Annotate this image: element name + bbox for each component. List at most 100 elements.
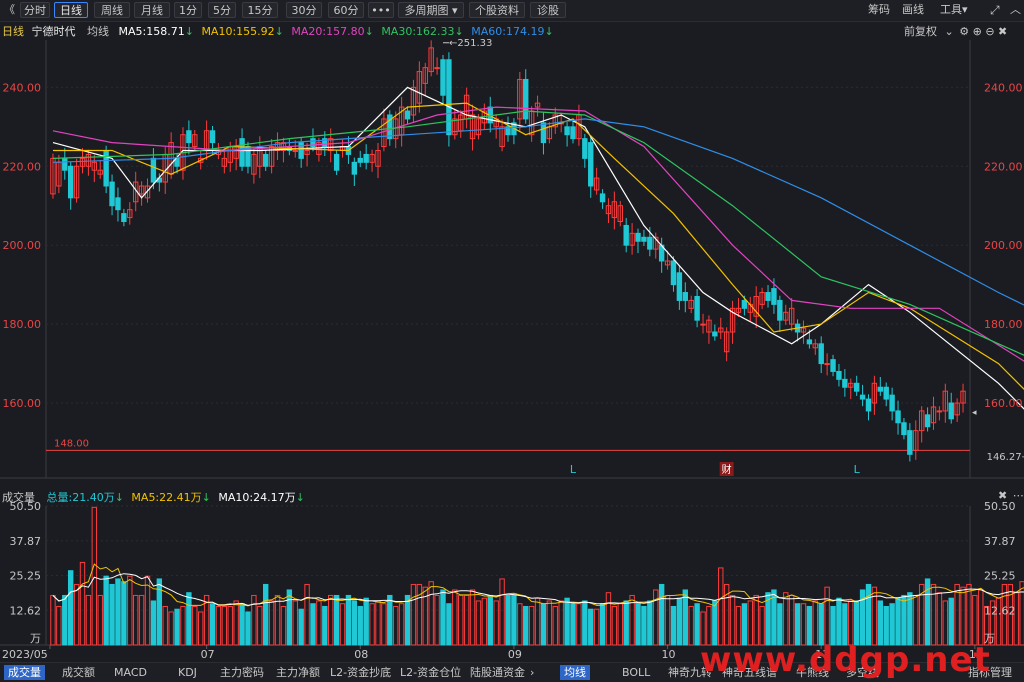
tab-indicator-5[interactable]: 主力密码 bbox=[220, 665, 264, 680]
tab-scroll-right-icon[interactable]: › bbox=[530, 665, 534, 680]
volume-bar bbox=[877, 600, 884, 646]
volume-bar bbox=[1019, 581, 1024, 646]
tab-indicator-9[interactable]: 陆股通资金 bbox=[470, 665, 525, 680]
tab-indicator-4[interactable]: KDJ bbox=[178, 665, 197, 680]
volume-tick-right: 12.62 bbox=[984, 604, 1016, 617]
candle-body bbox=[682, 292, 688, 301]
x-tick-label: 08 bbox=[354, 648, 368, 660]
candle-body bbox=[818, 343, 824, 365]
volume-tick-left: 25.25 bbox=[10, 570, 42, 583]
price-tick-left: 220.00 bbox=[3, 160, 42, 173]
volume-bar bbox=[233, 600, 239, 646]
candle-body bbox=[446, 59, 452, 136]
candle-body bbox=[641, 236, 647, 242]
volume-bar bbox=[972, 594, 978, 646]
candle-body bbox=[877, 386, 884, 392]
candle-body bbox=[404, 110, 411, 120]
volume-bar bbox=[257, 605, 263, 646]
volume-bar bbox=[824, 586, 830, 646]
candle-body bbox=[948, 402, 954, 420]
volume-bar bbox=[788, 594, 795, 646]
x-tick-label: 07 bbox=[201, 648, 215, 660]
volume-bar bbox=[712, 600, 718, 646]
price-tick-left: 240.00 bbox=[3, 81, 42, 94]
price-volume-chart[interactable]: 240.00 240.00 220.00 220.00 200.00 200.00 180.… bbox=[0, 0, 1024, 660]
volume-bar bbox=[552, 605, 558, 646]
candle-body bbox=[647, 236, 653, 250]
candle-body bbox=[440, 59, 446, 96]
tab-indicator-8[interactable]: L2-资金仓位 bbox=[400, 665, 461, 680]
volume-bar bbox=[162, 605, 168, 646]
volume-bar bbox=[333, 594, 340, 646]
candle-body bbox=[830, 359, 836, 372]
tab-overlay-1[interactable]: 均线 bbox=[560, 665, 590, 680]
volume-bar bbox=[79, 561, 86, 646]
candle-body bbox=[670, 260, 677, 286]
volume-bar bbox=[570, 603, 576, 646]
volume-bar bbox=[641, 605, 647, 646]
volume-bar bbox=[393, 605, 399, 646]
candle-body bbox=[853, 382, 860, 392]
price-tick-right: 240.00 bbox=[984, 81, 1023, 94]
volume-bar bbox=[1013, 592, 1019, 646]
volume-bar bbox=[85, 594, 92, 646]
volume-bar bbox=[227, 605, 233, 646]
volume-bar bbox=[493, 600, 499, 646]
volume-bar bbox=[132, 594, 139, 646]
volume-bar bbox=[91, 506, 98, 646]
tab-indicator-6[interactable]: 主力净额 bbox=[276, 665, 320, 680]
volume-bar bbox=[180, 605, 186, 646]
volume-bar bbox=[682, 589, 688, 646]
volume-bar bbox=[954, 583, 960, 646]
volume-unit-left: 万 bbox=[30, 632, 41, 645]
volume-bar bbox=[298, 608, 304, 646]
volume-bar bbox=[268, 600, 275, 646]
price-tick-right: 180.00 bbox=[984, 318, 1023, 331]
volume-tick-left: 12.62 bbox=[10, 604, 42, 617]
volume-bar bbox=[215, 605, 222, 646]
volume-bar bbox=[197, 611, 204, 646]
volume-bar bbox=[599, 603, 606, 646]
candle-body bbox=[676, 272, 683, 301]
watermark: www.ddgp.net bbox=[700, 640, 991, 680]
volume-bar bbox=[499, 578, 505, 646]
volume-bar bbox=[794, 603, 801, 646]
high-annotation: ←251.33 bbox=[449, 38, 492, 49]
volume-bar bbox=[245, 611, 251, 646]
tab-indicator-1[interactable]: 成交量 bbox=[4, 665, 45, 680]
price-tick-left: 200.00 bbox=[3, 239, 42, 252]
x-tick-label: 09 bbox=[508, 648, 522, 660]
volume-bar bbox=[688, 605, 694, 646]
candle-body bbox=[741, 299, 748, 309]
current-price-arrow-icon: ◂ bbox=[972, 408, 977, 418]
price-line-label: 148.00 bbox=[54, 438, 89, 449]
candle-body bbox=[765, 292, 771, 301]
candle-body bbox=[806, 339, 813, 345]
candle-body bbox=[883, 386, 889, 400]
volume-bar bbox=[670, 605, 677, 646]
volume-bar bbox=[209, 603, 216, 646]
tab-indicator-3[interactable]: MACD bbox=[114, 665, 147, 680]
volume-bar bbox=[192, 605, 198, 646]
volume-bar bbox=[274, 594, 281, 646]
volume-bar bbox=[446, 603, 452, 646]
tab-indicator-2[interactable]: 成交额 bbox=[62, 665, 95, 680]
volume-bar bbox=[186, 592, 192, 646]
volume-bar bbox=[292, 600, 298, 646]
volume-bar bbox=[375, 600, 381, 646]
volume-bar bbox=[540, 603, 547, 646]
candle-body bbox=[694, 295, 700, 321]
volume-bar bbox=[658, 583, 665, 646]
tab-indicator-7[interactable]: L2-资金抄底 bbox=[330, 665, 391, 680]
tab-overlay-2[interactable]: BOLL bbox=[622, 665, 650, 680]
volume-bar bbox=[948, 597, 954, 646]
volume-bar bbox=[469, 589, 476, 646]
candle-body bbox=[907, 430, 913, 455]
volume-bar bbox=[239, 603, 245, 646]
volume-bar bbox=[528, 605, 535, 646]
candle-body bbox=[298, 142, 304, 159]
volume-bar bbox=[150, 600, 157, 646]
candle-body bbox=[292, 149, 298, 152]
volume-bar bbox=[853, 600, 860, 646]
volume-bar bbox=[978, 589, 984, 646]
